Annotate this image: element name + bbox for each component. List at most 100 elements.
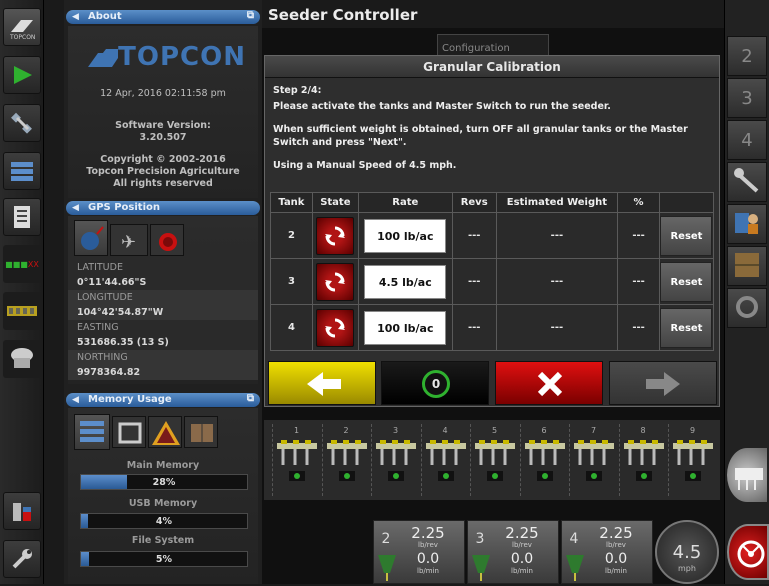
northing-label: NORTHING	[68, 350, 258, 365]
section-status-icon[interactable]: ■■■ XX	[3, 245, 41, 283]
gear-icon	[736, 296, 758, 318]
play-icon[interactable]	[3, 56, 41, 94]
refresh-icon	[325, 272, 346, 291]
row-unit[interactable]: 7	[569, 424, 617, 496]
row-unit[interactable]: 4	[420, 424, 469, 496]
storage-icon[interactable]	[3, 492, 41, 530]
signal-tab[interactable]	[150, 224, 184, 256]
reset-button[interactable]: Reset	[660, 215, 713, 256]
cancel-button[interactable]	[495, 361, 603, 405]
col-estimated-weight: Estimated Weight	[495, 192, 619, 213]
topcon-logo-icon[interactable]: TOPCON	[3, 8, 41, 46]
configuration-tab[interactable]: Configuration	[437, 34, 549, 56]
rate-per-rev: 2.25	[411, 524, 445, 542]
window-tab[interactable]	[112, 416, 146, 448]
book-tab[interactable]	[184, 416, 218, 448]
row-unit[interactable]: 8	[618, 424, 667, 496]
percent-value: ---	[617, 258, 660, 305]
implement-view-button[interactable]	[727, 448, 767, 502]
hopper-icon	[566, 555, 584, 581]
seeder-icon[interactable]	[3, 292, 41, 330]
back-button[interactable]	[268, 361, 376, 405]
instruction-line3: Switch and press "Next".	[273, 137, 407, 148]
close-icon	[537, 371, 563, 397]
speed-unit: mph	[678, 564, 696, 573]
tank-status[interactable]: 2 2.25 lb/rev 0.0 lb/min	[373, 520, 465, 584]
company: Topcon Precision Agriculture	[86, 166, 240, 177]
expand-icon: ⧉	[246, 10, 254, 21]
list-icon[interactable]	[3, 152, 41, 190]
percent-value: ---	[617, 212, 660, 259]
master-switch-button[interactable]	[727, 524, 769, 580]
row-unit[interactable]: 6	[519, 424, 568, 496]
hopper-icon	[472, 555, 490, 581]
next-button[interactable]	[609, 361, 717, 405]
memory-title: Memory Usage	[88, 394, 172, 405]
status-badge: XX	[27, 259, 39, 269]
reset-cell: Reset	[658, 212, 715, 259]
tank-icon[interactable]	[3, 340, 41, 378]
gps-globe-tab[interactable]	[74, 220, 108, 256]
tab-2[interactable]: 2	[727, 36, 767, 76]
reset-cell: Reset	[658, 258, 715, 305]
document-icon[interactable]	[3, 198, 41, 236]
zero-button[interactable]: 0	[381, 361, 489, 405]
gps-header[interactable]: ◀ GPS Position	[66, 201, 260, 215]
instruction-line2: When sufficient weight is obtained, turn…	[273, 124, 688, 135]
speedometer[interactable]: 4.5 mph	[655, 520, 719, 584]
tab-4[interactable]: 4	[727, 120, 767, 160]
row-unit-number: 4	[442, 426, 448, 435]
operator-tab[interactable]	[727, 204, 767, 244]
tank-state-button[interactable]	[316, 216, 355, 255]
topcon-swoosh-icon	[88, 49, 119, 67]
rate-input[interactable]: 100 lb/ac	[364, 310, 447, 345]
wrench-icon[interactable]	[3, 540, 41, 578]
gps-fields: LATITUDE 0°11'44.66"S LONGITUDE 104°42'5…	[68, 260, 258, 380]
row-unit-icon	[475, 440, 515, 481]
row-unit-number: 8	[640, 426, 646, 435]
rate-input[interactable]: 100 lb/ac	[364, 218, 447, 253]
state-cell	[311, 258, 359, 305]
memory-header[interactable]: ◀ Memory Usage ⧉	[66, 393, 260, 407]
collapse-icon: ◀	[72, 203, 79, 213]
main-memory-bar: 28%	[80, 474, 248, 490]
rate-input[interactable]: 4.5 lb/ac	[364, 264, 447, 299]
col-actions	[658, 192, 715, 213]
steering-wheel-icon	[737, 540, 765, 568]
tank-status[interactable]: 3 2.25 lb/rev 0.0 lb/min	[467, 520, 559, 584]
col-revs: Revs	[451, 192, 497, 213]
refresh-icon	[325, 226, 346, 245]
camera-tab[interactable]	[727, 288, 767, 328]
row-unit[interactable]: 3	[371, 424, 419, 496]
manual-speed-note: Using a Manual Speed of 4.5 mph.	[273, 160, 457, 171]
collapse-icon: ◀	[72, 395, 79, 405]
reset-button[interactable]: Reset	[660, 307, 713, 348]
row-unit[interactable]: 5	[470, 424, 518, 496]
memory-list-tab[interactable]	[74, 414, 110, 450]
tank-number: 3	[475, 531, 485, 547]
satellite-icon[interactable]	[3, 104, 41, 142]
collapse-icon: ◀	[72, 12, 79, 22]
flow-value: 0.0	[604, 551, 628, 567]
row-unit[interactable]: 1	[272, 424, 320, 496]
row-units: 1 2 3 4 5 6 7 8 9	[264, 420, 720, 500]
tank-state-button[interactable]	[316, 262, 355, 301]
map-tab[interactable]	[727, 246, 767, 286]
tab-3[interactable]: 3	[727, 78, 767, 118]
field-icon	[735, 253, 759, 277]
warning-tab[interactable]	[148, 416, 182, 448]
tank-status[interactable]: 4 2.25 lb/rev 0.0 lb/min	[561, 520, 653, 584]
about-title: About	[88, 11, 122, 22]
reset-button[interactable]: Reset	[660, 261, 713, 302]
row-unit[interactable]: 2	[321, 424, 370, 496]
table-row: 2 100 lb/ac --- --- --- Reset	[270, 212, 715, 259]
satellite-tab[interactable]: ✈	[110, 224, 148, 256]
seeder-settings-tab[interactable]	[727, 162, 767, 202]
usb-memory-bar: 4%	[80, 513, 248, 529]
rate-cell: 100 lb/ac	[357, 212, 453, 259]
row-unit[interactable]: 9	[668, 424, 716, 496]
about-header[interactable]: ◀ About ⧉	[66, 10, 260, 24]
row-unit-icon	[425, 440, 466, 481]
logo-text: TOPCON	[118, 42, 246, 72]
tank-state-button[interactable]	[316, 308, 355, 347]
